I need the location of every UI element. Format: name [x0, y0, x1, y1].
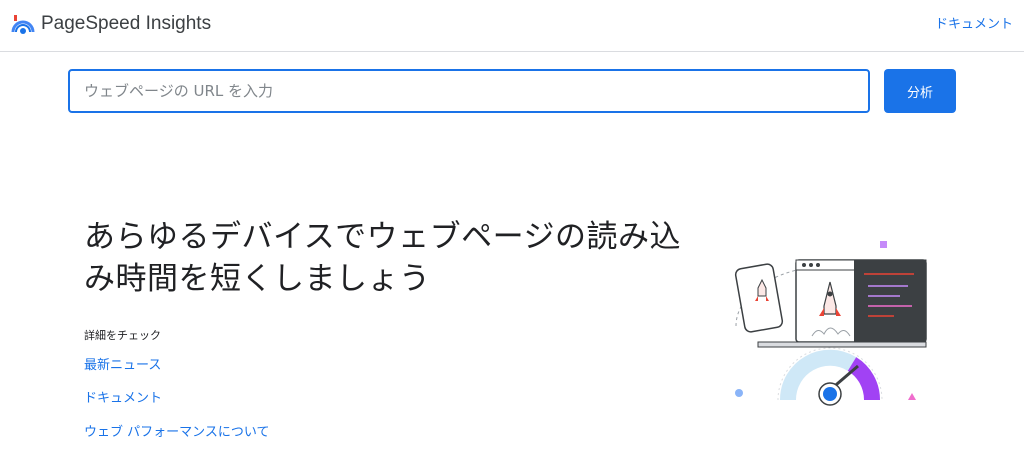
phone-icon [734, 263, 784, 333]
laptop-icon [757, 259, 927, 348]
about-web-performance-link[interactable]: ウェブ パフォーマンスについて [84, 421, 269, 440]
decor-square [880, 241, 887, 248]
decor-dot [735, 389, 743, 397]
header-documentation-link[interactable]: ドキュメント [935, 16, 1013, 34]
documentation-link[interactable]: ドキュメント [84, 387, 162, 406]
latest-news-link[interactable]: 最新ニュース [84, 354, 161, 373]
decor-triangle [908, 393, 916, 400]
top-header: PageSpeed Insights ドキュメント [0, 0, 1024, 52]
brand-title[interactable]: PageSpeed Insights [41, 12, 211, 36]
page-headline: あらゆるデバイスでウェブページの読み込み時間を短くしましょう [84, 219, 681, 297]
devices-rocket-illustration [734, 241, 927, 406]
speed-gauge-icon [777, 347, 883, 406]
analyze-button[interactable]: 分析 [884, 69, 956, 113]
pagespeed-logo-icon[interactable] [11, 12, 35, 36]
learn-more-label: 詳細をチェック [84, 329, 161, 342]
url-input[interactable] [68, 69, 870, 113]
